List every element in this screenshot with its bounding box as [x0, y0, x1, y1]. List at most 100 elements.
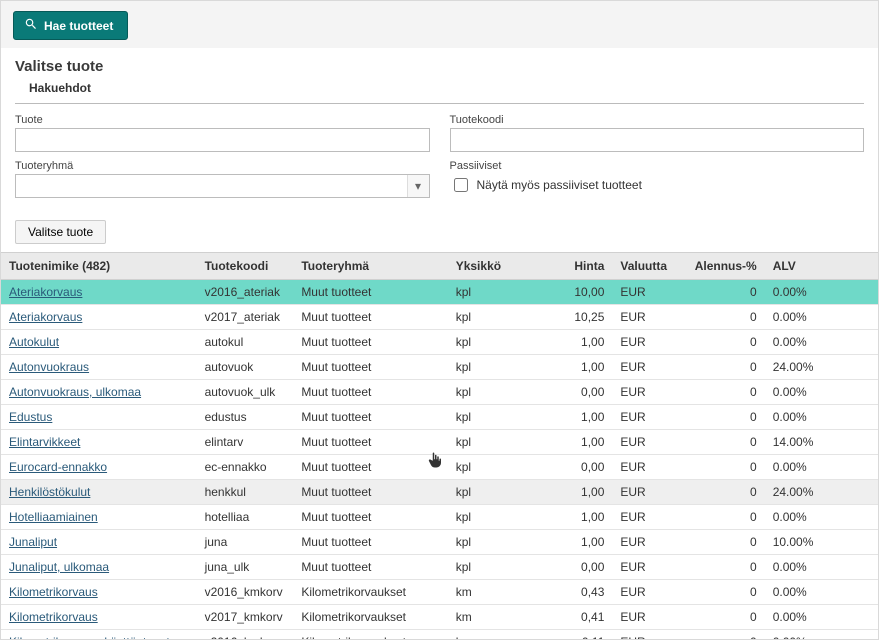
cell-discount: 0	[684, 480, 764, 505]
cell-currency: EUR	[612, 330, 684, 355]
cell-code: juna	[197, 530, 294, 555]
cell-price: 1,00	[551, 430, 613, 455]
code-input[interactable]	[450, 128, 865, 152]
cell-vat: 0.00%	[765, 305, 878, 330]
table-row[interactable]: Autonvuokraus, ulkomaaautovuok_ulkMuut t…	[1, 380, 878, 405]
table-row[interactable]: HenkilöstökuluthenkkulMuut tuotteetkpl1,…	[1, 480, 878, 505]
cell-group: Muut tuotteet	[293, 330, 447, 355]
cell-code: v2016_ateriak	[197, 280, 294, 305]
table-row[interactable]: Junaliput, ulkomaajuna_ulkMuut tuotteetk…	[1, 555, 878, 580]
search-products-label: Hae tuotteet	[44, 19, 113, 33]
code-label: Tuotekoodi	[450, 114, 865, 126]
table-row[interactable]: Kilometrikorvausv2017_kmkorvKilometrikor…	[1, 605, 878, 630]
cell-code: hotelliaa	[197, 505, 294, 530]
product-link[interactable]: Kilometrikorvaus	[9, 610, 98, 624]
table-row[interactable]: AutonvuokrausautovuokMuut tuotteetkpl1,0…	[1, 355, 878, 380]
cell-unit: kpl	[448, 505, 551, 530]
group-label: Tuoteryhmä	[15, 160, 430, 172]
filters-heading-label: Hakuehdot	[29, 81, 850, 99]
col-currency[interactable]: Valuutta	[612, 253, 684, 280]
search-products-button[interactable]: Hae tuotteet	[13, 11, 128, 40]
product-link[interactable]: Ateriakorvaus	[9, 310, 82, 324]
table-row[interactable]: Kilometrikorvaus, käyttöetuauto v2016_kmk…	[1, 630, 878, 640]
cell-price: 1,00	[551, 480, 613, 505]
col-unit[interactable]: Yksikkö	[448, 253, 551, 280]
product-link[interactable]: Junaliput	[9, 535, 57, 549]
product-link[interactable]: Elintarvikkeet	[9, 435, 80, 449]
chevron-down-icon[interactable]: ▾	[407, 175, 429, 197]
table-row[interactable]: AutokulutautokulMuut tuotteetkpl1,00EUR0…	[1, 330, 878, 355]
col-discount[interactable]: Alennus-%	[684, 253, 764, 280]
table-row[interactable]: Ateriakorvausv2017_ateriakMuut tuotteetk…	[1, 305, 878, 330]
table-row[interactable]: Junaliput junaMuut tuotteetkpl1,00EUR010.…	[1, 530, 878, 555]
cell-vat: 0.00%	[765, 280, 878, 305]
group-select[interactable]	[15, 174, 430, 198]
filters-heading: Hakuehdot	[15, 79, 864, 104]
cell-group: Muut tuotteet	[293, 530, 447, 555]
cell-vat: 0.00%	[765, 455, 878, 480]
cell-discount: 0	[684, 330, 764, 355]
cell-currency: EUR	[612, 355, 684, 380]
cell-discount: 0	[684, 280, 764, 305]
cell-unit: kpl	[448, 405, 551, 430]
cell-currency: EUR	[612, 530, 684, 555]
cell-currency: EUR	[612, 630, 684, 640]
cell-discount: 0	[684, 580, 764, 605]
product-link[interactable]: Junaliput, ulkomaa	[9, 560, 109, 574]
col-price[interactable]: Hinta	[551, 253, 613, 280]
product-link[interactable]: Autonvuokraus	[9, 360, 89, 374]
product-input[interactable]	[15, 128, 430, 152]
cell-vat: 0.00%	[765, 380, 878, 405]
product-link[interactable]: Autonvuokraus, ulkomaa	[9, 385, 141, 399]
cell-currency: EUR	[612, 555, 684, 580]
product-link[interactable]: Autokulut	[9, 335, 59, 349]
cell-unit: kpl	[448, 430, 551, 455]
cell-discount: 0	[684, 505, 764, 530]
cell-unit: kpl	[448, 480, 551, 505]
cell-unit: kpl	[448, 380, 551, 405]
cell-price: 1,00	[551, 530, 613, 555]
select-product-button[interactable]: Valitse tuote	[15, 220, 106, 244]
cell-code: v2017_kmkorv	[197, 605, 294, 630]
cell-code: ec-ennakko	[197, 455, 294, 480]
col-name[interactable]: Tuotenimike (482)	[1, 253, 197, 280]
col-group[interactable]: Tuoteryhmä	[293, 253, 447, 280]
table-row[interactable]: EdustusedustusMuut tuotteetkpl1,00EUR00.…	[1, 405, 878, 430]
product-link[interactable]: Ateriakorvaus	[9, 285, 82, 299]
cell-currency: EUR	[612, 380, 684, 405]
cell-discount: 0	[684, 530, 764, 555]
cell-unit: kpl	[448, 530, 551, 555]
passive-checkbox[interactable]	[454, 178, 468, 192]
cell-currency: EUR	[612, 580, 684, 605]
product-link[interactable]: Kilometrikorvaus, käyttöetuauto	[9, 635, 176, 640]
product-link[interactable]: Edustus	[9, 410, 52, 424]
product-link[interactable]: Henkilöstökulut	[9, 485, 90, 499]
cell-currency: EUR	[612, 605, 684, 630]
table-row[interactable]: Eurocard-ennakkoec-ennakkoMuut tuotteetk…	[1, 455, 878, 480]
table-row[interactable]: Kilometrikorvausv2016_kmkorvKilometrikor…	[1, 580, 878, 605]
product-link[interactable]: Eurocard-ennakko	[9, 460, 107, 474]
cell-code: v2016_kmkorv	[197, 630, 294, 640]
cell-group: Muut tuotteet	[293, 505, 447, 530]
cell-group: Muut tuotteet	[293, 455, 447, 480]
product-link[interactable]: Hotelliaamiainen	[9, 510, 98, 524]
cell-price: 1,00	[551, 405, 613, 430]
product-link[interactable]: Kilometrikorvaus	[9, 585, 98, 599]
cell-code: henkkul	[197, 480, 294, 505]
cell-group: Muut tuotteet	[293, 405, 447, 430]
table-row[interactable]: Ateriakorvausv2016_ateriakMuut tuotteetk…	[1, 280, 878, 305]
col-vat[interactable]: ALV	[765, 253, 878, 280]
table-row[interactable]: Hotelliaamiainen hotelliaaMuut tuotteetkp…	[1, 505, 878, 530]
passive-checkbox-label: Näytä myös passiiviset tuotteet	[477, 178, 642, 192]
cell-vat: 10.00%	[765, 530, 878, 555]
cell-unit: km	[448, 630, 551, 640]
col-code[interactable]: Tuotekoodi	[197, 253, 294, 280]
cell-vat: 0.00%	[765, 330, 878, 355]
table-row[interactable]: ElintarvikkeetelintarvMuut tuotteetkpl1,…	[1, 430, 878, 455]
cell-group: Muut tuotteet	[293, 430, 447, 455]
cell-vat: 24.00%	[765, 480, 878, 505]
cell-unit: km	[448, 605, 551, 630]
cell-code: v2016_kmkorv	[197, 580, 294, 605]
cell-discount: 0	[684, 355, 764, 380]
cell-vat: 14.00%	[765, 430, 878, 455]
